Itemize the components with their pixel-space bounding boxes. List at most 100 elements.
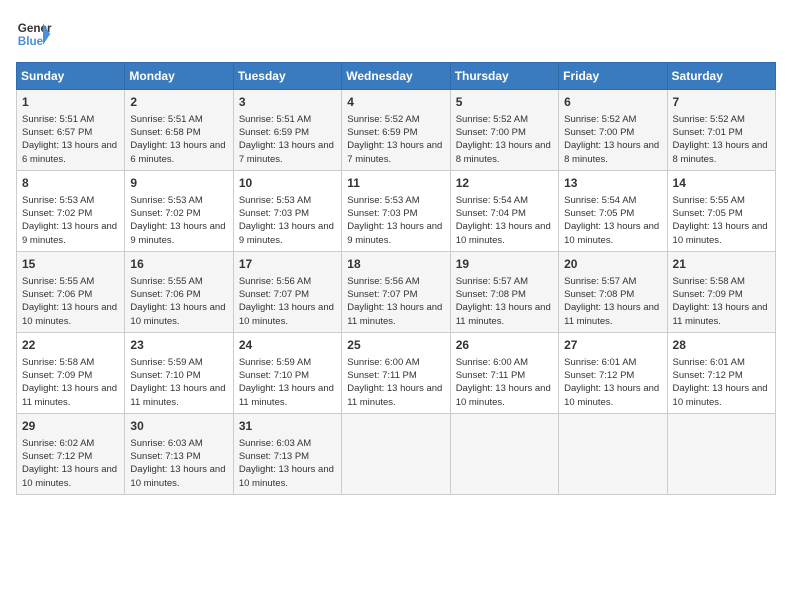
sunrise-label: Sunrise: 5:51 AM [130,114,202,125]
day-number: 30 [130,418,227,435]
sunset-label: Sunset: 7:07 PM [347,289,417,300]
calendar-cell: 31 Sunrise: 6:03 AM Sunset: 7:13 PM Dayl… [233,413,341,494]
day-number: 18 [347,256,444,273]
calendar-week-4: 22 Sunrise: 5:58 AM Sunset: 7:09 PM Dayl… [17,332,776,413]
day-number: 10 [239,175,336,192]
sunset-label: Sunset: 7:03 PM [239,208,309,219]
calendar-cell: 21 Sunrise: 5:58 AM Sunset: 7:09 PM Dayl… [667,251,775,332]
daylight-label: Daylight: 13 hours and 6 minutes. [130,140,225,164]
daylight-label: Daylight: 13 hours and 11 minutes. [564,302,659,326]
calendar-cell: 4 Sunrise: 5:52 AM Sunset: 6:59 PM Dayli… [342,90,450,171]
day-number: 27 [564,337,661,354]
calendar-cell: 26 Sunrise: 6:00 AM Sunset: 7:11 PM Dayl… [450,332,558,413]
calendar-cell: 19 Sunrise: 5:57 AM Sunset: 7:08 PM Dayl… [450,251,558,332]
column-header-sunday: Sunday [17,63,125,90]
calendar-table: SundayMondayTuesdayWednesdayThursdayFrid… [16,62,776,495]
daylight-label: Daylight: 13 hours and 10 minutes. [456,221,551,245]
calendar-cell: 25 Sunrise: 6:00 AM Sunset: 7:11 PM Dayl… [342,332,450,413]
sunrise-label: Sunrise: 6:03 AM [130,438,202,449]
sunrise-label: Sunrise: 5:52 AM [673,114,745,125]
sunrise-label: Sunrise: 6:00 AM [456,357,528,368]
daylight-label: Daylight: 13 hours and 11 minutes. [347,302,442,326]
calendar-cell: 27 Sunrise: 6:01 AM Sunset: 7:12 PM Dayl… [559,332,667,413]
daylight-label: Daylight: 13 hours and 11 minutes. [130,383,225,407]
sunset-label: Sunset: 7:12 PM [564,370,634,381]
day-number: 22 [22,337,119,354]
sunset-label: Sunset: 7:02 PM [130,208,200,219]
daylight-label: Daylight: 13 hours and 10 minutes. [130,302,225,326]
sunrise-label: Sunrise: 5:53 AM [130,195,202,206]
calendar-cell: 22 Sunrise: 5:58 AM Sunset: 7:09 PM Dayl… [17,332,125,413]
calendar-cell: 9 Sunrise: 5:53 AM Sunset: 7:02 PM Dayli… [125,170,233,251]
calendar-cell: 5 Sunrise: 5:52 AM Sunset: 7:00 PM Dayli… [450,90,558,171]
sunrise-label: Sunrise: 6:03 AM [239,438,311,449]
calendar-cell: 28 Sunrise: 6:01 AM Sunset: 7:12 PM Dayl… [667,332,775,413]
page-header: General Blue [16,16,776,52]
sunset-label: Sunset: 7:05 PM [564,208,634,219]
sunrise-label: Sunrise: 5:52 AM [347,114,419,125]
daylight-label: Daylight: 13 hours and 10 minutes. [22,302,117,326]
calendar-cell: 2 Sunrise: 5:51 AM Sunset: 6:58 PM Dayli… [125,90,233,171]
day-number: 25 [347,337,444,354]
daylight-label: Daylight: 13 hours and 9 minutes. [22,221,117,245]
svg-text:Blue: Blue [18,35,44,48]
sunrise-label: Sunrise: 5:53 AM [347,195,419,206]
column-header-wednesday: Wednesday [342,63,450,90]
column-header-saturday: Saturday [667,63,775,90]
day-number: 14 [673,175,770,192]
daylight-label: Daylight: 13 hours and 10 minutes. [564,383,659,407]
sunrise-label: Sunrise: 5:57 AM [564,276,636,287]
day-number: 9 [130,175,227,192]
day-number: 29 [22,418,119,435]
calendar-cell: 11 Sunrise: 5:53 AM Sunset: 7:03 PM Dayl… [342,170,450,251]
daylight-label: Daylight: 13 hours and 10 minutes. [673,221,768,245]
sunrise-label: Sunrise: 5:54 AM [456,195,528,206]
logo: General Blue [16,16,52,52]
sunset-label: Sunset: 7:09 PM [673,289,743,300]
sunrise-label: Sunrise: 5:52 AM [564,114,636,125]
daylight-label: Daylight: 13 hours and 11 minutes. [22,383,117,407]
sunset-label: Sunset: 7:12 PM [22,451,92,462]
calendar-cell: 1 Sunrise: 5:51 AM Sunset: 6:57 PM Dayli… [17,90,125,171]
calendar-cell [450,413,558,494]
day-number: 24 [239,337,336,354]
sunset-label: Sunset: 6:57 PM [22,127,92,138]
calendar-cell: 24 Sunrise: 5:59 AM Sunset: 7:10 PM Dayl… [233,332,341,413]
calendar-cell: 14 Sunrise: 5:55 AM Sunset: 7:05 PM Dayl… [667,170,775,251]
sunrise-label: Sunrise: 5:55 AM [673,195,745,206]
sunset-label: Sunset: 7:08 PM [564,289,634,300]
calendar-week-3: 15 Sunrise: 5:55 AM Sunset: 7:06 PM Dayl… [17,251,776,332]
day-number: 2 [130,94,227,111]
daylight-label: Daylight: 13 hours and 10 minutes. [22,464,117,488]
sunset-label: Sunset: 7:11 PM [347,370,417,381]
calendar-cell: 17 Sunrise: 5:56 AM Sunset: 7:07 PM Dayl… [233,251,341,332]
day-number: 28 [673,337,770,354]
day-number: 23 [130,337,227,354]
day-number: 6 [564,94,661,111]
sunrise-label: Sunrise: 5:52 AM [456,114,528,125]
sunset-label: Sunset: 6:59 PM [239,127,309,138]
day-number: 5 [456,94,553,111]
day-number: 8 [22,175,119,192]
sunset-label: Sunset: 6:58 PM [130,127,200,138]
sunset-label: Sunset: 7:02 PM [22,208,92,219]
daylight-label: Daylight: 13 hours and 9 minutes. [239,221,334,245]
daylight-label: Daylight: 13 hours and 7 minutes. [239,140,334,164]
sunrise-label: Sunrise: 5:53 AM [239,195,311,206]
calendar-cell: 8 Sunrise: 5:53 AM Sunset: 7:02 PM Dayli… [17,170,125,251]
sunrise-label: Sunrise: 5:56 AM [239,276,311,287]
daylight-label: Daylight: 13 hours and 11 minutes. [673,302,768,326]
sunset-label: Sunset: 7:03 PM [347,208,417,219]
day-number: 13 [564,175,661,192]
daylight-label: Daylight: 13 hours and 10 minutes. [130,464,225,488]
calendar-cell: 29 Sunrise: 6:02 AM Sunset: 7:12 PM Dayl… [17,413,125,494]
day-number: 7 [673,94,770,111]
calendar-cell: 6 Sunrise: 5:52 AM Sunset: 7:00 PM Dayli… [559,90,667,171]
sunset-label: Sunset: 7:01 PM [673,127,743,138]
day-number: 3 [239,94,336,111]
day-number: 20 [564,256,661,273]
sunset-label: Sunset: 7:06 PM [130,289,200,300]
sunset-label: Sunset: 7:09 PM [22,370,92,381]
calendar-cell: 15 Sunrise: 5:55 AM Sunset: 7:06 PM Dayl… [17,251,125,332]
day-number: 26 [456,337,553,354]
